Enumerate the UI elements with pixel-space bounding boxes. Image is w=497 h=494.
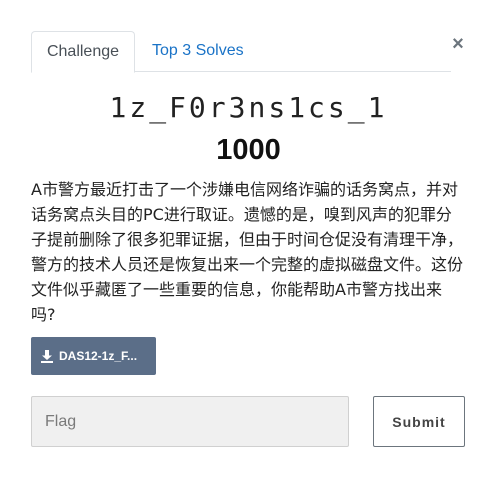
submit-button[interactable]: Submit	[373, 396, 465, 447]
challenge-name: 1z_F0r3ns1cs_1	[109, 91, 388, 124]
tab-challenge[interactable]: Challenge	[31, 31, 135, 73]
tab-top-solves[interactable]: Top 3 Solves	[152, 31, 244, 72]
close-icon[interactable]: ×	[449, 33, 467, 55]
challenge-description: A市警方最近打击了一个涉嫌电信网络诈骗的话务窝点，并对话务窝点头目的PC进行取证…	[31, 180, 464, 324]
flag-input[interactable]	[31, 396, 349, 447]
tab-bar: Challenge Top 3 Solves	[31, 31, 451, 73]
challenge-points: 1000	[216, 134, 281, 166]
download-file-button[interactable]: DAS12-1z_F...	[31, 337, 156, 375]
download-icon	[41, 350, 53, 363]
file-name: DAS12-1z_F...	[59, 349, 138, 363]
